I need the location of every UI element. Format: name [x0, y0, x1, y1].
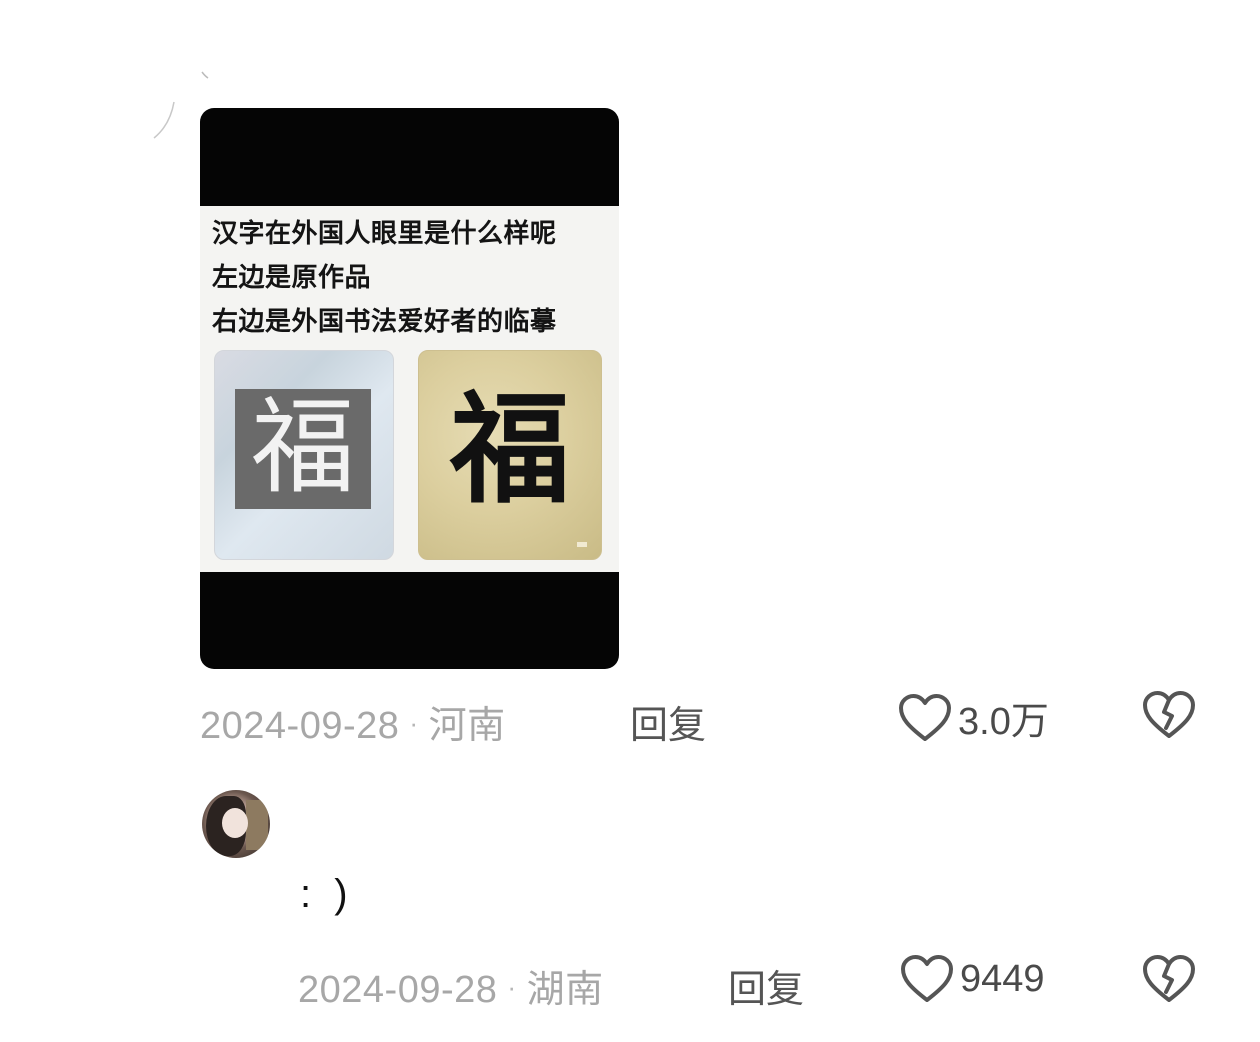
post-date: 2024-09-28 [200, 705, 400, 747]
avatar-background [246, 800, 268, 850]
image-caption: 汉字在外国人眼里是什么样呢 左边是原作品 右边是外国书法爱好者的临摹 [212, 212, 611, 344]
post-reply-button[interactable]: 回复 [630, 694, 706, 749]
reply-date: 2024-09-28 [298, 969, 498, 1011]
post-dislike-button[interactable] [1142, 690, 1196, 744]
broken-heart-icon [1143, 691, 1195, 738]
reply-reply-button[interactable]: 回复 [728, 958, 804, 1013]
reply-meta: 2024-09-28 · 湖南 [298, 958, 604, 1013]
comment-thread: 汉字在外国人眼里是什么样呢 左边是原作品 右边是外国书法爱好者的临摹 福 福 2… [0, 0, 1260, 1042]
heart-outline-icon [899, 693, 951, 741]
post-meta: 2024-09-28 · 河南 [200, 694, 506, 749]
user-avatar[interactable] [202, 790, 270, 858]
heart-outline-icon [901, 955, 953, 1002]
reply-dislike-button[interactable] [1142, 954, 1196, 1008]
reply-like-count: 9449 [960, 957, 1045, 1000]
copied-character: 福 [450, 379, 570, 520]
reply-location: 湖南 [526, 969, 604, 1011]
copied-calligraphy-image: 福 [418, 350, 602, 560]
reply-comment-text: : ) [300, 872, 354, 916]
original-calligraphy-image: 福 [214, 350, 394, 560]
post-like-count: 3.0万 [958, 701, 1049, 743]
caption-line-3: 右边是外国书法爱好者的临摹 [212, 307, 557, 337]
image-content-panel: 汉字在外国人眼里是什么样呢 左边是原作品 右边是外国书法爱好者的临摹 福 福 [200, 206, 619, 572]
watermark-mark [577, 542, 587, 547]
caption-line-2: 左边是原作品 [212, 263, 372, 293]
caption-line-1: 汉字在外国人眼里是什么样呢 [212, 219, 557, 249]
comment-image[interactable]: 汉字在外国人眼里是什么样呢 左边是原作品 右边是外国书法爱好者的临摹 福 福 [200, 108, 619, 669]
avatar-face [222, 808, 248, 838]
meta-separator: · [507, 972, 517, 1002]
meta-separator: · [409, 708, 419, 738]
post-location: 河南 [428, 705, 506, 747]
broken-heart-icon [1143, 955, 1195, 1002]
original-character: 福 [250, 386, 355, 508]
reply-like-button[interactable]: 9449 [900, 954, 1045, 1004]
post-like-button[interactable]: 3.0万 [898, 690, 1049, 745]
